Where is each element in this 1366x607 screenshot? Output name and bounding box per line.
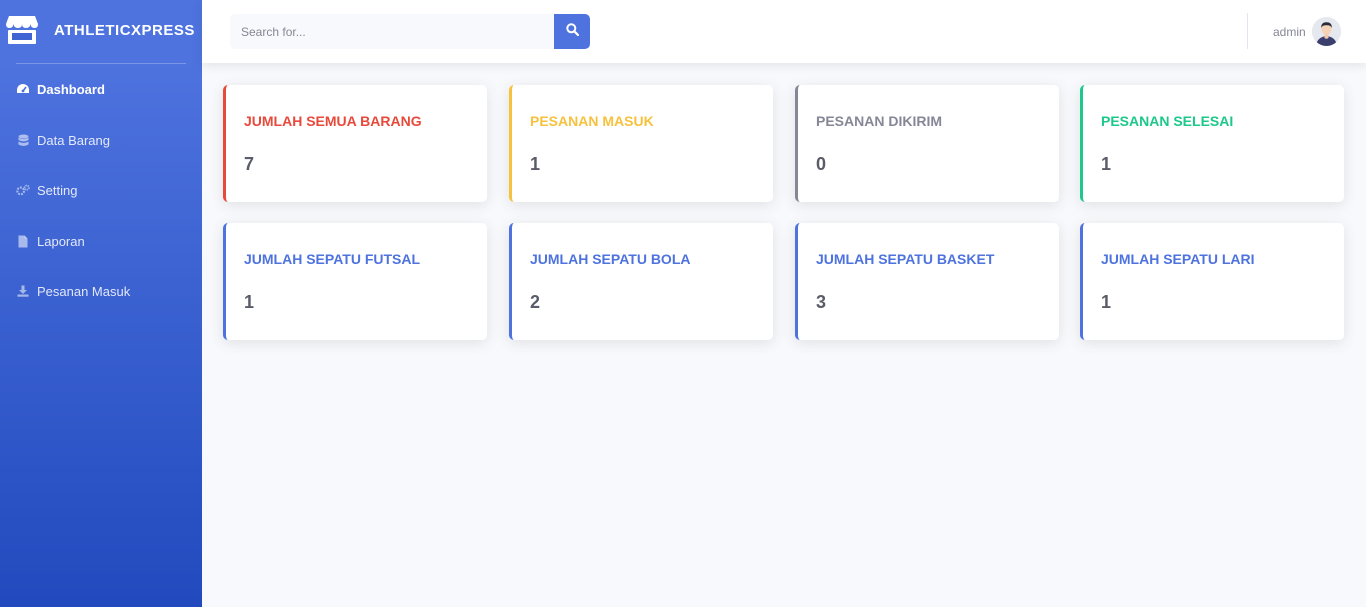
stat-card-jumlah-sepatu-futsal: JUMLAH SEPATU FUTSAL 1: [223, 223, 487, 340]
sidebar-item-data-barang[interactable]: Data Barang: [0, 120, 202, 160]
card-value: 1: [1101, 154, 1112, 174]
sidebar: ATHLETICXPRESS Dashboard Data Barang Set…: [0, 0, 202, 607]
brand-name: ATHLETICXPRESS: [54, 22, 195, 39]
search-button[interactable]: [554, 14, 590, 49]
card-value: 2: [530, 292, 541, 312]
stat-card-jumlah-sepatu-basket: JUMLAH SEPATU BASKET 3: [795, 223, 1059, 340]
sidebar-item-label: Data Barang: [37, 132, 110, 148]
card-value: 1: [1101, 292, 1112, 312]
tachometer-icon: [16, 82, 30, 96]
file-icon: [16, 234, 30, 248]
cogs-icon: [16, 183, 30, 197]
stat-card-jumlah-sepatu-bola: JUMLAH SEPATU BOLA 2: [509, 223, 773, 340]
avatar[interactable]: [1312, 17, 1341, 46]
card-value: 1: [244, 292, 255, 312]
sidebar-item-setting[interactable]: Setting: [0, 170, 202, 210]
card-value: 3: [816, 292, 827, 312]
sidebar-item-label: Setting: [37, 182, 78, 198]
sidebar-item-label: Dashboard: [37, 81, 105, 97]
topbar-divider: [1247, 13, 1248, 49]
search-input[interactable]: [230, 14, 554, 49]
card-value: 7: [244, 154, 255, 174]
download-icon: [16, 284, 30, 298]
card-value: 1: [530, 154, 541, 174]
card-title: PESANAN DIKIRIM: [816, 113, 943, 129]
brand-link[interactable]: ATHLETICXPRESS: [0, 0, 202, 63]
sidebar-item-laporan[interactable]: Laporan: [0, 221, 202, 261]
card-title: JUMLAH SEPATU FUTSAL: [244, 251, 421, 267]
stat-card-pesanan-selesai: PESANAN SELESAI 1: [1080, 85, 1344, 202]
card-title: JUMLAH SEPATU BASKET: [816, 251, 995, 267]
stat-card-pesanan-masuk: PESANAN MASUK 1: [509, 85, 773, 202]
card-title: PESANAN SELESAI: [1101, 113, 1234, 129]
search-form: [230, 14, 590, 49]
topbar: admin: [202, 0, 1366, 63]
card-title: PESANAN MASUK: [530, 113, 654, 129]
search-icon: [565, 22, 579, 41]
sidebar-item-label: Laporan: [37, 233, 85, 249]
card-title: JUMLAH SEPATU LARI: [1101, 251, 1255, 267]
database-icon: [16, 133, 30, 147]
sidebar-divider: [16, 63, 186, 64]
stat-card-jumlah-semua-barang: JUMLAH SEMUA BARANG 7: [223, 85, 487, 202]
card-value: 0: [816, 154, 827, 174]
sidebar-item-pesanan-masuk[interactable]: Pesanan Masuk: [0, 271, 202, 311]
card-title: JUMLAH SEMUA BARANG: [244, 113, 422, 129]
stat-card-jumlah-sepatu-lari: JUMLAH SEPATU LARI 1: [1080, 223, 1344, 340]
sidebar-item-label: Pesanan Masuk: [37, 283, 131, 299]
card-title: JUMLAH SEPATU BOLA: [530, 251, 691, 267]
stat-card-pesanan-dikirim: PESANAN DIKIRIM 0: [795, 85, 1059, 202]
user-name[interactable]: admin: [1273, 25, 1306, 39]
store-icon: [5, 14, 39, 46]
sidebar-item-dashboard[interactable]: Dashboard: [0, 69, 202, 109]
